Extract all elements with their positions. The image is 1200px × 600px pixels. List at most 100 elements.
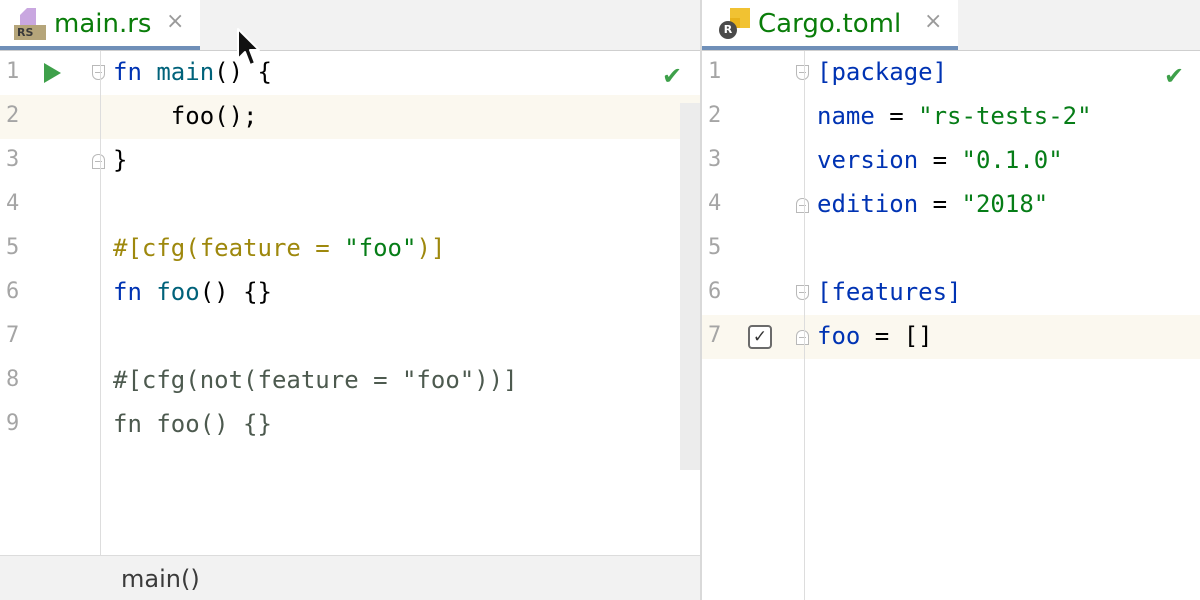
code-text: [package] [817,58,947,86]
tab-cargo-toml[interactable]: R Cargo.toml × [702,0,958,50]
line-number: 6 [708,279,722,304]
code-text: fn foo() {} [113,410,272,438]
code-text: version = "0.1.0" [817,146,1063,174]
line-number: 5 [708,235,722,260]
code-text: fn foo() {} [113,278,272,306]
code-token: = [918,146,962,174]
close-icon[interactable]: × [166,9,184,34]
code-token: #[cfg(not(feature = "foo"))] [113,366,518,394]
code-token: "0.1.0" [961,146,1063,174]
code-token: main [156,58,215,86]
gutter-separator [100,51,101,555]
fold-collapse-icon[interactable] [92,65,105,80]
code-token: = [918,190,962,218]
code-token: = [874,102,919,130]
code-line[interactable]: 7 [0,315,700,359]
tab-label: main.rs [54,9,152,39]
code-line[interactable]: 3 version = "0.1.0" [702,139,1200,183]
line-number: 1 [6,59,20,84]
code-text: foo = [] [817,322,933,350]
code-line[interactable]: 2 name = "rs-tests-2" [702,95,1200,139]
line-number: 8 [6,367,20,392]
gutter-separator [804,51,805,600]
run-icon[interactable] [44,63,61,83]
breadcrumb[interactable]: main() [121,565,200,593]
inspection-ok-icon[interactable]: ✔ [1164,62,1184,90]
code-line[interactable]: 6 fn foo() {} [0,271,700,315]
code-token: )] [416,234,446,262]
code-line[interactable]: 2 foo(); [0,95,700,139]
code-text: [features] [817,278,962,306]
line-number: 4 [708,191,722,216]
code-line[interactable]: 4 edition = "2018" [702,183,1200,227]
code-text: foo(); [113,102,258,130]
line-number: 3 [708,147,722,172]
feature-toggle-checkbox[interactable]: ✓ [748,325,772,349]
code-token: [features] [817,278,962,306]
code-token: [package] [817,58,948,86]
fold-collapse-icon[interactable] [796,285,809,300]
code-line[interactable]: 4 [0,183,700,227]
code-token: fn [113,58,142,86]
code-line[interactable]: 5 [702,227,1200,271]
gear-letter: R [719,21,737,39]
tab-bar: R Cargo.toml × [702,0,1200,51]
code-token: } [113,146,128,174]
line-number: 7 [6,323,20,348]
line-number: 7 [708,323,722,348]
line-number: 2 [708,103,722,128]
code-token: foo(); [113,102,258,130]
code-line[interactable]: 6 [features] [702,271,1200,315]
line-number: 1 [708,59,722,84]
rust-file-icon: RS [14,8,46,40]
code-text: #[cfg(feature = "foo")] [113,234,445,262]
code-token: #[cfg(feature = [113,234,345,262]
cargo-file-icon: R [718,8,750,40]
scrollbar[interactable] [680,103,700,470]
tab-bar: RS main.rs × [0,0,700,51]
line-number: 2 [6,103,20,128]
inspection-ok-icon[interactable]: ✔ [662,62,682,90]
code-text: edition = "2018" [817,190,1048,218]
fold-end-icon[interactable] [796,198,809,213]
code-token: = [] [860,322,933,350]
code-token: "foo" [344,234,417,262]
line-number: 4 [6,191,20,216]
code-line[interactable]: 5 #[cfg(feature = "foo")] [0,227,700,271]
fold-collapse-icon[interactable] [796,65,809,80]
code-line[interactable]: 3} [0,139,700,183]
code-token: fn foo() {} [113,410,272,438]
line-number: 3 [6,147,20,172]
code-token: edition [817,190,919,218]
code-text: name = "rs-tests-2" [817,102,1092,130]
mouse-cursor-icon [237,28,260,66]
editor-pane-cargo-toml: R Cargo.toml × 1 [package] 2 name = "rs-tes… [702,0,1200,600]
code-line[interactable]: 8 #[cfg(not(feature = "foo"))] [0,359,700,403]
line-number: 6 [6,279,20,304]
code-token: foo [156,278,200,306]
tab-label: Cargo.toml [758,9,902,39]
code-token: foo [817,322,861,350]
line-number: 5 [6,235,20,260]
close-icon[interactable]: × [924,9,942,34]
code-token: "2018" [961,190,1049,218]
code-line[interactable]: 1 fn main() { [0,51,700,95]
code-token: version [817,146,919,174]
code-token: name [817,102,875,130]
editor-pane-main-rs: RS main.rs × 1 fn main() {2 foo(); 3} 4 5 #[c… [0,0,700,600]
code-text: #[cfg(not(feature = "foo"))] [113,366,518,394]
breadcrumb-bar: main() [0,555,700,600]
tab-main-rs[interactable]: RS main.rs × [0,0,200,50]
line-number: 9 [6,411,20,436]
fold-end-icon[interactable] [92,154,105,169]
rs-badge: RS [14,25,46,40]
code-line[interactable]: 1 [package] [702,51,1200,95]
code-line[interactable]: 7 foo = [] ✓ [702,315,1200,359]
fold-end-icon[interactable] [796,330,809,345]
code-token: "rs-tests-2" [918,102,1092,130]
code-line[interactable]: 9 fn foo() {} [0,403,700,447]
code-token: fn [113,278,142,306]
code-text: } [113,146,127,174]
